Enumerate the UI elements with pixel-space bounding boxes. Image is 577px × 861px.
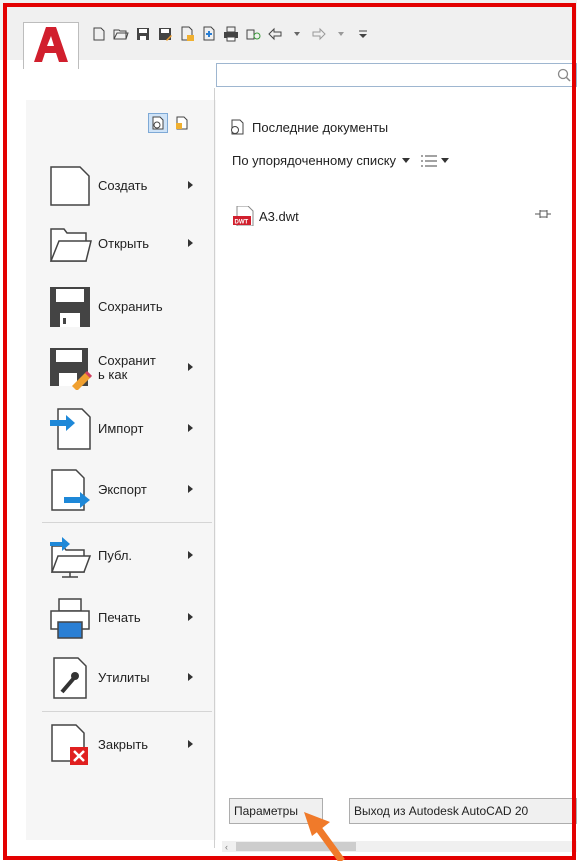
highlight-frame [3, 3, 576, 860]
annotation-arrow-icon [304, 812, 345, 861]
